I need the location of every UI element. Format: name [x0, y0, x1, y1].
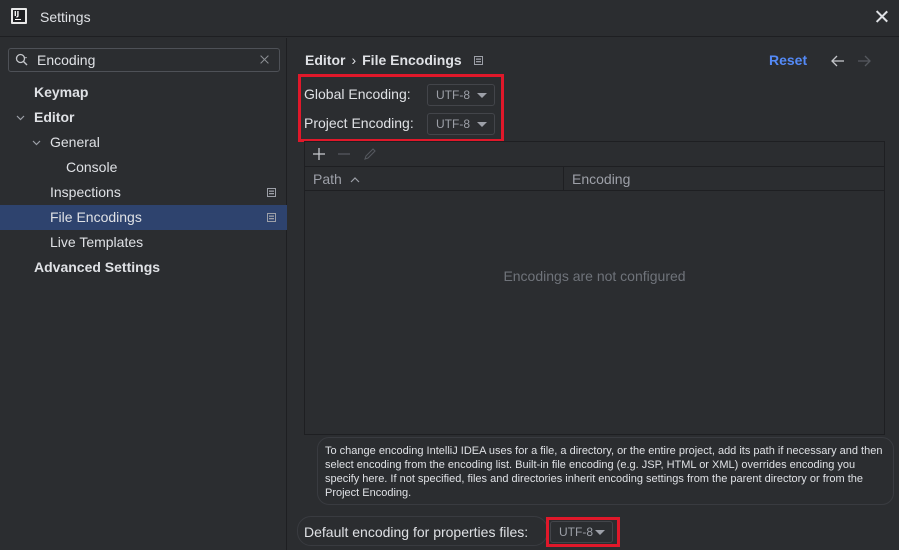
sidebar-item-editor[interactable]: Editor [0, 105, 287, 130]
dropdown-arrow-icon [595, 530, 605, 535]
project-settings-icon [473, 56, 483, 65]
sidebar-item-label: File Encodings [50, 209, 142, 225]
sidebar-item-label: Live Templates [50, 234, 144, 250]
breadcrumb-separator: › [351, 52, 357, 68]
chevron-down-icon[interactable] [16, 113, 25, 122]
empty-table-message: Encodings are not configured [503, 268, 686, 284]
project-settings-icon [267, 213, 276, 222]
project-settings-icon [267, 188, 276, 197]
properties-encoding-value: UTF-8 [559, 525, 593, 539]
close-icon[interactable] [873, 8, 891, 26]
sidebar-item-file-encodings[interactable]: File Encodings [0, 205, 287, 230]
file-encodings-panel: Editor › File Encodings Reset Global Encod… [288, 38, 899, 550]
sidebar-item-label: General [50, 134, 100, 150]
chevron-down-icon[interactable] [32, 138, 41, 147]
column-header-label: Path [313, 171, 342, 187]
sidebar-item-inspections[interactable]: Inspections [0, 180, 287, 205]
table-header: Path Encoding [305, 167, 884, 191]
reset-link[interactable]: Reset [769, 52, 807, 68]
forward-arrow-icon[interactable] [857, 55, 871, 67]
breadcrumb-root: Editor [305, 52, 346, 68]
settings-sidebar: Keymap Editor General Console Inspection… [0, 38, 287, 550]
search-input[interactable] [37, 51, 257, 69]
column-header-encoding[interactable]: Encoding [572, 167, 630, 191]
intellij-logo-icon: IJ [11, 8, 27, 24]
sidebar-item-label: Console [66, 159, 118, 175]
breadcrumb-leaf: File Encodings [362, 52, 462, 68]
sidebar-item-live-templates[interactable]: Live Templates [0, 230, 287, 255]
encodings-table: Path Encoding Encodings are not configur… [304, 141, 885, 435]
sidebar-item-label: Advanced Settings [34, 259, 161, 275]
search-icon[interactable] [15, 53, 29, 67]
global-encoding-value: UTF-8 [436, 88, 470, 102]
sort-ascending-icon [350, 177, 360, 183]
sidebar-item-label: Editor [34, 109, 75, 125]
help-text: To change encoding IntelliJ IDEA uses fo… [317, 437, 894, 505]
remove-icon[interactable] [336, 146, 352, 162]
edit-icon[interactable] [362, 146, 378, 162]
table-toolbar [305, 142, 884, 167]
add-icon[interactable] [311, 146, 327, 162]
sidebar-item-advanced-settings[interactable]: Advanced Settings [0, 255, 287, 280]
window-title: Settings [40, 9, 91, 25]
sidebar-item-label: Keymap [34, 84, 89, 100]
sidebar-item-general[interactable]: General [0, 130, 287, 155]
search-box[interactable] [8, 48, 280, 72]
sidebar-item-label: Inspections [50, 184, 121, 200]
dropdown-arrow-icon [477, 93, 487, 98]
sidebar-item-console[interactable]: Console [0, 155, 287, 180]
column-header-path[interactable]: Path [313, 167, 360, 191]
dropdown-arrow-icon [477, 122, 487, 127]
project-encoding-select[interactable]: UTF-8 [427, 113, 495, 135]
back-arrow-icon[interactable] [831, 55, 845, 67]
project-encoding-label: Project Encoding: [304, 115, 414, 131]
properties-encoding-select[interactable]: UTF-8 [550, 521, 613, 543]
sidebar-item-keymap[interactable]: Keymap [0, 80, 287, 105]
column-divider[interactable] [563, 167, 564, 191]
global-encoding-label: Global Encoding: [304, 86, 411, 102]
breadcrumb: Editor › File Encodings [305, 52, 483, 68]
clear-search-icon[interactable] [259, 54, 270, 65]
project-encoding-value: UTF-8 [436, 117, 470, 131]
title-bar: IJ Settings [0, 0, 899, 37]
properties-encoding-label: Default encoding for properties files: [304, 524, 529, 540]
global-encoding-select[interactable]: UTF-8 [427, 84, 495, 106]
